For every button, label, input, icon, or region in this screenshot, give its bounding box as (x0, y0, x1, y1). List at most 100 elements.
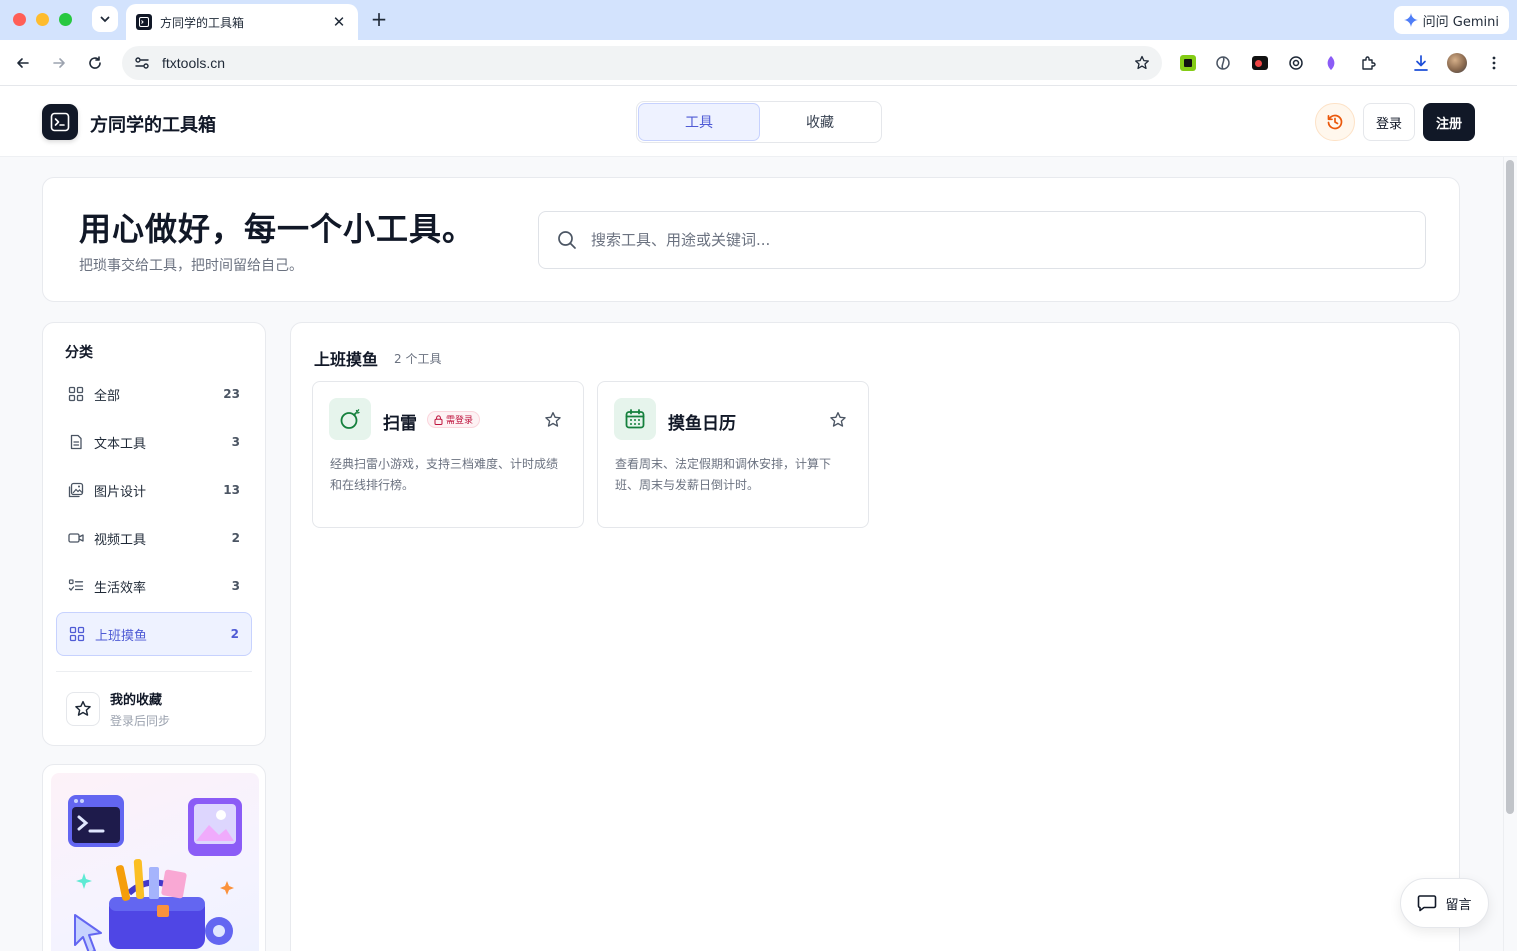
tool-card-title: 扫雷 (383, 414, 417, 434)
site-settings-icon (135, 57, 149, 69)
chevron-down-icon (100, 16, 110, 23)
history-icon (1327, 114, 1343, 130)
image-icon (68, 482, 84, 498)
sparkle-icon (1403, 13, 1418, 27)
document-icon (68, 434, 84, 450)
sidebar-item-slacking[interactable]: 上班摸鱼 2 (56, 612, 252, 656)
calendar-icon (614, 398, 656, 440)
my-favorites-title[interactable]: 我的收藏 (110, 689, 162, 708)
arrow-left-icon (17, 58, 29, 68)
section-title: 上班摸鱼 (314, 350, 379, 369)
lock-icon (434, 414, 443, 425)
main-nav-tabs: 工具 收藏 (636, 101, 882, 143)
tool-card-description: 经典扫雷小游戏，支持三档难度、计时成绩和在线排行榜。 (330, 457, 559, 492)
tab-search-button[interactable] (92, 6, 118, 32)
sidebar-item-label: 文本工具 (94, 436, 147, 452)
tool-card-title: 摸鱼日历 (668, 414, 736, 434)
site-header: 方同学的工具箱 工具 收藏 登录 注册 (0, 87, 1517, 157)
reload-button[interactable] (83, 51, 107, 75)
extension-red-icon[interactable] (1250, 53, 1270, 73)
star-icon (830, 412, 846, 427)
category-sidebar: 分类 全部 23 文本工具 3 图片设计 13 视频工具 2 生活效率 3 上班… (42, 322, 266, 746)
extension-swirl-icon[interactable] (1213, 53, 1233, 73)
tool-card-slacking-calendar[interactable]: 摸鱼日历 查看周末、法定假期和调休安排，计算下班、周末与发薪日倒计时。 (597, 381, 869, 528)
sidebar-item-count: 23 (223, 387, 240, 401)
register-button[interactable]: 注册 (1423, 103, 1475, 141)
star-icon (545, 412, 561, 427)
tab-tools[interactable]: 工具 (638, 103, 760, 141)
section-tool-count: 2 个工具 (394, 352, 442, 366)
history-button[interactable] (1315, 103, 1355, 141)
sidebar-item-count: 2 (231, 531, 240, 545)
sidebar-item-text-tools[interactable]: 文本工具 3 (56, 420, 252, 464)
sidebar-item-video-tools[interactable]: 视频工具 2 (56, 516, 252, 560)
hero-subtitle: 把琐事交给工具，把时间留给自己。 (79, 258, 303, 274)
sidebar-item-count: 13 (223, 483, 240, 497)
favorite-star-button[interactable] (543, 410, 563, 430)
sidebar-item-label: 上班摸鱼 (95, 628, 148, 644)
back-button[interactable] (11, 51, 35, 75)
sidebar-item-image-design[interactable]: 图片设计 13 (56, 468, 252, 512)
extension-purple-icon[interactable] (1321, 53, 1341, 73)
new-tab-button[interactable]: + (368, 8, 390, 30)
sidebar-heading: 分类 (65, 345, 93, 361)
reload-icon (89, 56, 101, 69)
sidebar-divider (56, 671, 252, 672)
promo-card (42, 764, 266, 951)
site-logo[interactable] (42, 104, 78, 140)
login-button[interactable]: 登录 (1363, 103, 1415, 141)
tool-card-description: 查看周末、法定假期和调休安排，计算下班、周末与发薪日倒计时。 (615, 457, 832, 492)
chatgpt-icon[interactable] (1286, 53, 1306, 73)
gemini-label: 问问 Gemini (1422, 14, 1499, 30)
close-icon[interactable]: ✕ (330, 13, 348, 31)
search-input[interactable] (591, 231, 1407, 249)
extensions-puzzle-icon[interactable] (1358, 53, 1378, 73)
window-minimize-button[interactable] (36, 13, 49, 26)
hero-title: 用心做好，每一个小工具。 (79, 210, 476, 248)
site-title[interactable]: 方同学的工具箱 (90, 111, 216, 137)
download-icon[interactable] (1411, 53, 1431, 73)
feedback-button[interactable]: 留言 (1400, 878, 1489, 928)
video-icon (68, 530, 84, 546)
sidebar-item-label: 全部 (94, 388, 121, 404)
search-icon (558, 231, 576, 249)
sidebar-item-label: 视频工具 (94, 532, 147, 548)
badge-label: 需登录 (446, 416, 474, 426)
profile-avatar-icon[interactable] (1447, 53, 1467, 73)
grid-icon (69, 626, 85, 642)
search-box[interactable] (538, 211, 1426, 269)
tool-card-minesweeper[interactable]: 扫雷 需登录 经典扫雷小游戏，支持三档难度、计时成绩和在线排行榜。 (312, 381, 584, 528)
scrollbar-thumb[interactable] (1506, 160, 1514, 814)
address-bar[interactable]: ftxtools.cn (122, 46, 1162, 80)
arrow-right-icon (53, 58, 65, 68)
bookmark-star-icon[interactable] (1134, 55, 1150, 71)
gemini-button[interactable]: 问问 Gemini (1393, 6, 1509, 34)
url-text: ftxtools.cn (162, 55, 226, 71)
browser-toolbar: ftxtools.cn (0, 40, 1517, 86)
sidebar-item-life-efficiency[interactable]: 生活效率 3 (56, 564, 252, 608)
sidebar-item-label: 图片设计 (94, 484, 147, 500)
tab-title: 方同学的工具箱 (160, 15, 245, 30)
my-favorites-button[interactable] (66, 692, 100, 726)
tab-favorites[interactable]: 收藏 (760, 103, 880, 141)
forward-button[interactable] (47, 51, 71, 75)
checklist-icon (68, 578, 84, 594)
window-zoom-button[interactable] (59, 13, 72, 26)
tools-content-panel: 上班摸鱼 2 个工具 扫雷 需登录 经典扫雷小游戏，支持三档难度、计时成绩和在线… (290, 322, 1460, 951)
favorite-star-button[interactable] (828, 410, 848, 430)
sidebar-item-all[interactable]: 全部 23 (56, 372, 252, 416)
star-icon (75, 700, 91, 716)
extension-green-icon[interactable] (1178, 53, 1198, 73)
grid-icon (68, 386, 84, 402)
hero-panel: 用心做好，每一个小工具。 把琐事交给工具，把时间留给自己。 (42, 177, 1460, 302)
chat-bubble-icon (1418, 895, 1437, 912)
window-close-button[interactable] (13, 13, 26, 26)
sidebar-item-count: 3 (231, 579, 240, 593)
terminal-icon (50, 112, 70, 132)
terminal-icon (136, 14, 152, 30)
sidebar-item-count: 3 (231, 435, 240, 449)
login-required-badge: 需登录 (427, 411, 481, 428)
more-vertical-icon[interactable] (1484, 53, 1504, 73)
browser-tab[interactable]: 方同学的工具箱 ✕ (126, 4, 358, 40)
feedback-label: 留言 (1445, 897, 1472, 913)
